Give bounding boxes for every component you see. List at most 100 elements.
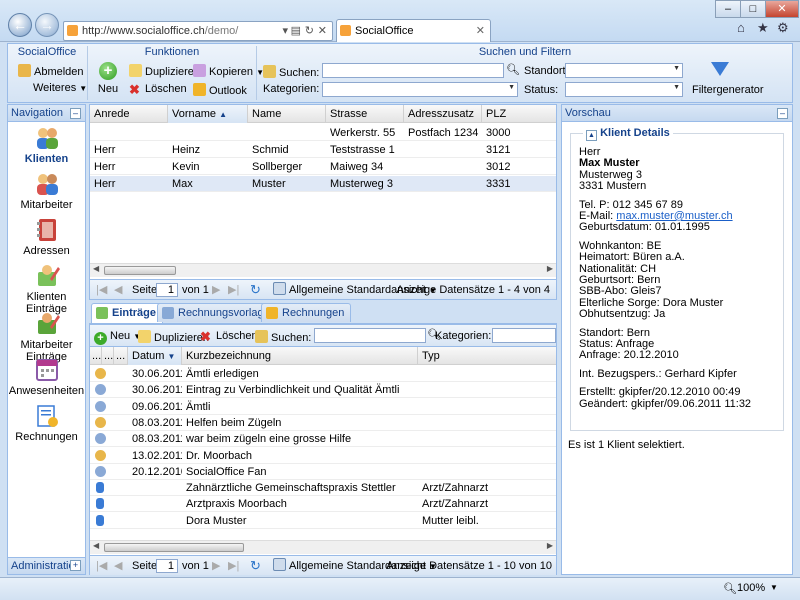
scroll-right-icon[interactable]: ▶ xyxy=(547,264,553,273)
weiteres-button[interactable]: Weiteres ▼ xyxy=(33,82,87,94)
horizontal-scrollbar[interactable]: ◀ ▶ xyxy=(90,263,556,277)
column-header-datum[interactable]: Datum ▼ xyxy=(128,347,182,365)
first-page-icon[interactable]: |◀ xyxy=(96,556,107,576)
list-item[interactable]: 20.12.2010 SocialOffice Fan xyxy=(90,464,556,480)
neu-button[interactable]: + Neu xyxy=(96,62,120,95)
list-item[interactable]: Zahnärztliche Gemeinschaftspraxis Stettl… xyxy=(90,480,556,497)
tab-rechnungen[interactable]: Rechnungen xyxy=(261,303,352,322)
duplizieren-button[interactable]: Duplizieren xyxy=(129,64,200,78)
status-select[interactable] xyxy=(565,82,683,97)
refresh-grid-icon[interactable]: ↻ xyxy=(250,280,261,300)
last-page-icon[interactable]: ▶| xyxy=(228,556,239,576)
nav-item-adressen[interactable]: Adressen xyxy=(8,217,85,257)
administration-header[interactable]: Administration + xyxy=(7,557,86,575)
collapse-preview-button[interactable]: – xyxy=(777,108,788,119)
table-row[interactable]: Herr Max Muster Musterweg 3 3331 xyxy=(90,176,556,192)
forward-button[interactable]: → xyxy=(35,13,59,37)
list-item[interactable]: 09.06.2011 Ämtli xyxy=(90,399,556,415)
refresh-grid-icon[interactable]: ↻ xyxy=(250,556,261,576)
list-item[interactable]: 08.03.2011 Helfen beim Zügeln xyxy=(90,415,556,431)
list-item[interactable]: 30.06.2011 Ämtli erledigen xyxy=(90,366,556,382)
stop-icon[interactable]: ✕ xyxy=(318,22,327,40)
scroll-right-icon[interactable]: ▶ xyxy=(547,541,553,550)
email-link[interactable]: max.muster@muster.ch xyxy=(616,210,732,222)
browser-tab[interactable]: SocialOffice ✕ xyxy=(336,19,491,42)
column-header-strasse[interactable]: Strasse xyxy=(326,105,404,123)
search-input[interactable] xyxy=(322,63,504,78)
compat-view-icon[interactable]: ▤ xyxy=(291,22,301,40)
list-item[interactable]: Arztpraxis Moorbach Arzt/Zahnarzt xyxy=(90,496,556,513)
column-header-plz[interactable]: PLZ xyxy=(482,105,558,123)
last-page-icon[interactable]: ▶| xyxy=(228,280,239,300)
column-header-col2[interactable]: ... xyxy=(102,347,114,365)
list-item[interactable]: Dora Muster Mutter leibl. xyxy=(90,513,556,529)
kopieren-button[interactable]: Kopieren ▼ xyxy=(193,64,264,78)
entries-loeschen-button[interactable]: ✖ Löschen xyxy=(200,330,258,344)
chevron-down-icon[interactable]: ▼ xyxy=(770,583,778,592)
prev-page-icon[interactable]: ◀ xyxy=(114,280,122,300)
first-page-icon[interactable]: |◀ xyxy=(96,280,107,300)
collapse-navigation-button[interactable]: – xyxy=(70,108,81,119)
back-button[interactable]: ← xyxy=(8,13,32,37)
column-header-col1[interactable]: ... xyxy=(90,347,102,365)
nav-item-klienten[interactable]: Klienten xyxy=(8,125,85,165)
column-header-col3[interactable]: ... xyxy=(114,347,128,365)
outlook-button[interactable]: Outlook xyxy=(193,83,247,97)
scrollbar-thumb[interactable] xyxy=(104,543,244,552)
entries-kategorien-select[interactable] xyxy=(492,328,556,343)
zoom-icon[interactable]: 🔍︎ xyxy=(723,582,737,595)
table-row[interactable]: Werkerstr. 55 Postfach 1234 3000 xyxy=(90,125,556,141)
scroll-left-icon[interactable]: ◀ xyxy=(93,541,99,550)
next-page-icon[interactable]: ▶ xyxy=(212,556,220,576)
list-item[interactable]: 08.03.2011 war beim zügeln eine grosse Hi… xyxy=(90,431,556,448)
close-window-button[interactable]: ✕ xyxy=(765,0,799,18)
suchen-menu[interactable]: Suchen: ▼ xyxy=(263,65,330,79)
scroll-left-icon[interactable]: ◀ xyxy=(93,264,99,273)
zoom-level[interactable]: 100% xyxy=(737,582,765,594)
minimize-button[interactable]: – xyxy=(715,0,741,18)
entries-search-input[interactable] xyxy=(314,328,426,343)
page-number-input[interactable]: 1 xyxy=(156,283,178,297)
maximize-button[interactable]: □ xyxy=(740,0,766,18)
column-header-anrede[interactable]: Anrede xyxy=(90,105,168,123)
nav-item-mitarbeiter-eintraege[interactable]: Mitarbeiter Einträge xyxy=(8,311,85,363)
nav-item-rechnungen[interactable]: Rechnungen xyxy=(8,403,85,443)
tab-eintraege[interactable]: Einträge xyxy=(91,303,164,323)
table-row[interactable]: Herr Kevin Sollberger Maiweg 34 3012 xyxy=(90,159,556,175)
entries-suchen-menu[interactable]: Suchen: ▼ xyxy=(255,330,322,344)
entries-neu-button[interactable]: +Neu ▼ xyxy=(94,330,141,345)
table-row[interactable]: Herr Heinz Schmid Teststrasse 1 3121 xyxy=(90,142,556,158)
dropdown-icon[interactable]: ▾ xyxy=(282,22,288,40)
entries-duplizieren-button[interactable]: Duplizieren xyxy=(138,330,209,344)
loeschen-button[interactable]: ✖ Löschen xyxy=(129,83,187,97)
refresh-icon[interactable]: ↻ xyxy=(305,22,314,40)
nav-item-anwesenheiten[interactable]: Anwesenheiten xyxy=(8,357,85,397)
employee-entries-icon xyxy=(37,313,60,334)
favorites-icon[interactable]: ★ xyxy=(757,20,769,36)
nav-item-klienten-eintraege[interactable]: Klienten Einträge xyxy=(8,263,85,315)
tab-close-icon[interactable]: ✕ xyxy=(476,20,485,42)
abmelden-button[interactable]: Abmelden xyxy=(18,64,84,78)
filtergenerator-button[interactable]: Filtergenerator xyxy=(692,62,764,96)
search-icon[interactable]: 🔍︎ xyxy=(506,63,520,76)
prev-page-icon[interactable]: ◀ xyxy=(114,556,122,576)
entries-horizontal-scrollbar[interactable]: ◀ ▶ xyxy=(90,540,556,554)
column-header-kurzbezeichnung[interactable]: Kurzbezeichnung xyxy=(182,347,418,365)
column-header-vorname[interactable]: Vorname ▲ xyxy=(168,105,248,123)
standort-select[interactable] xyxy=(565,63,683,78)
tools-icon[interactable]: ⚙ xyxy=(777,20,789,36)
address-bar[interactable]: http://www.socialoffice.ch/demo/ ▾ ▤ ↻ ✕ xyxy=(63,21,333,41)
expand-administration-button[interactable]: + xyxy=(70,560,81,571)
column-header-typ[interactable]: Typ xyxy=(418,347,556,365)
column-header-name[interactable]: Name xyxy=(248,105,326,123)
scrollbar-thumb[interactable] xyxy=(104,266,176,275)
next-page-icon[interactable]: ▶ xyxy=(212,280,220,300)
kategorien-select[interactable] xyxy=(322,82,518,97)
client-details-legend[interactable]: ▲ Klient Details xyxy=(583,127,673,141)
page-number-input[interactable]: 1 xyxy=(156,559,178,573)
nav-item-mitarbeiter[interactable]: Mitarbeiter xyxy=(8,171,85,211)
list-item[interactable]: 30.06.2011 Eintrag zu Verbindlichkeit und… xyxy=(90,382,556,399)
home-icon[interactable]: ⌂ xyxy=(737,20,745,35)
column-header-adresszusatz[interactable]: Adresszusatz xyxy=(404,105,482,123)
list-item[interactable]: 13.02.2011 Dr. Moorbach xyxy=(90,448,556,464)
